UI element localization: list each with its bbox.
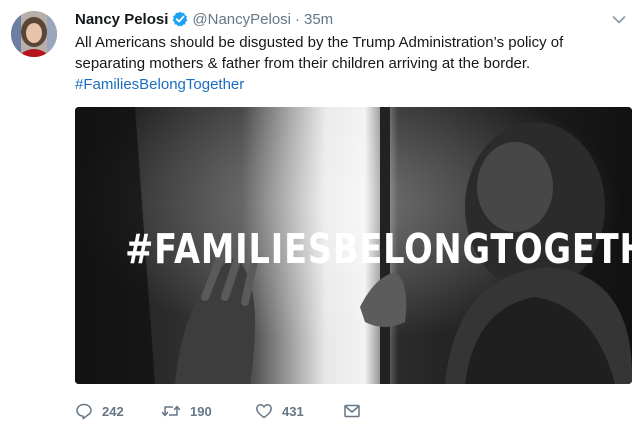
retweet-button[interactable]: 190 (161, 402, 255, 420)
separator-dot: · (295, 10, 300, 28)
reply-icon (75, 402, 93, 420)
tweet-actions: 242 190 431 (75, 400, 361, 422)
chevron-down-icon[interactable] (612, 12, 626, 24)
author-handle[interactable]: @NancyPelosi (192, 11, 291, 28)
tweet-card[interactable]: Nancy Pelosi @NancyPelosi · 35m All Amer… (0, 0, 644, 429)
author-name[interactable]: Nancy Pelosi (75, 11, 168, 28)
envelope-icon (343, 402, 361, 420)
tweet-text-line: All Americans should be disgusted by the… (75, 34, 564, 51)
tweet-image[interactable]: #FAMILIESBELONGTOGETHER (75, 107, 632, 384)
direct-message-button[interactable] (343, 402, 361, 420)
retweet-icon (161, 402, 181, 420)
heart-icon (255, 402, 273, 420)
tweet-text-line: separating mothers & father from their c… (75, 55, 531, 72)
like-button[interactable]: 431 (255, 402, 343, 420)
hashtag-link[interactable]: #FamiliesBelongTogether (75, 74, 630, 95)
verified-badge-icon (172, 11, 188, 27)
tweet-timestamp[interactable]: 35m (304, 11, 333, 28)
retweet-count: 190 (190, 403, 212, 419)
reply-button[interactable]: 242 (75, 402, 161, 420)
reply-count: 242 (102, 403, 124, 419)
avatar[interactable] (11, 11, 57, 57)
like-count: 431 (282, 403, 304, 419)
tweet-header: Nancy Pelosi @NancyPelosi · 35m (75, 9, 333, 29)
image-overlay-text: #FAMILIESBELONGTOGETHER (125, 225, 632, 273)
tweet-text: All Americans should be disgusted by the… (75, 32, 630, 95)
